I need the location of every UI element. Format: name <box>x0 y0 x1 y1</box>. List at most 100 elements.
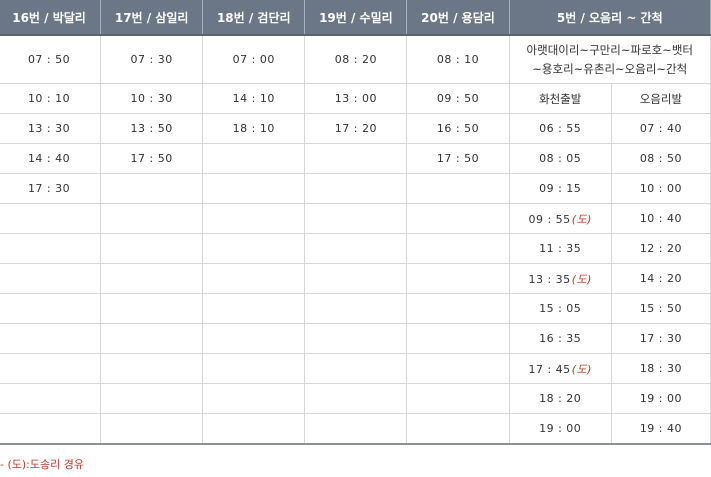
timetable-row: 09 : 55(도) 10 : 40 <box>0 203 711 234</box>
time-cell: 13 : 50 <box>100 113 204 144</box>
timetable-row: 10 : 10 10 : 30 14 : 10 13 : 00 09 : 50 화천출발 오… <box>0 83 711 114</box>
time-cell <box>202 233 306 264</box>
time-cell <box>0 323 102 354</box>
hwacheon-departure-time: 15 : 05 <box>508 293 612 324</box>
legend-note: - (도):도송리 경유 <box>0 458 84 471</box>
time-cell <box>304 293 408 324</box>
subheader-hwacheon-departure: 화천출발 <box>508 83 612 114</box>
hwacheon-departure-time: 11 : 35 <box>508 233 612 264</box>
time-cell <box>100 233 204 264</box>
first-departure-row: 07 : 50 07 : 30 07 : 00 08 : 20 08 : 10 … <box>0 34 711 84</box>
time-cell <box>202 323 306 354</box>
time-cell: 10 : 30 <box>100 83 204 114</box>
time-cell <box>0 293 102 324</box>
subheader-oeum-departure: 오음리발 <box>610 83 711 114</box>
time-cell: 17 : 20 <box>304 113 408 144</box>
header-route-19: 19번 / 수밀리 <box>304 0 408 36</box>
dosong-via-note: (도) <box>571 212 592 226</box>
time-cell: 17 : 50 <box>100 143 204 174</box>
time-cell: 14 : 10 <box>202 83 306 114</box>
time-cell <box>406 353 510 384</box>
timetable-row: 14 : 40 17 : 50 17 : 50 08 : 05 08 : 50 <box>0 143 711 174</box>
time-cell <box>202 293 306 324</box>
time-cell <box>100 173 204 204</box>
time-cell <box>304 173 408 204</box>
time-cell <box>100 293 204 324</box>
time-cell: 18 : 10 <box>202 113 306 144</box>
time-cell <box>304 263 408 294</box>
timetable-row: 15 : 05 15 : 50 <box>0 293 711 324</box>
header-route-5: 5번 / 오음리 ~ 간척 <box>508 0 711 36</box>
time-cell <box>406 413 510 445</box>
oeum-departure-time: 18 : 30 <box>610 353 711 384</box>
route-description-line-1: 아랫대이리~구만리~파로호~뱃터 <box>526 42 693 57</box>
time-cell: 07 : 30 <box>100 34 204 84</box>
time-text: 18 : 20 <box>539 392 582 405</box>
time-cell <box>0 233 102 264</box>
oeum-departure-time: 14 : 20 <box>610 263 711 294</box>
time-cell <box>304 143 408 174</box>
oeum-departure-time: 19 : 00 <box>610 383 711 414</box>
time-cell <box>100 263 204 294</box>
time-cell <box>0 413 102 445</box>
time-text: 16 : 35 <box>539 332 582 345</box>
time-cell: 07 : 50 <box>0 34 102 84</box>
hwacheon-departure-time: 08 : 05 <box>508 143 612 174</box>
time-cell <box>406 323 510 354</box>
time-cell: 07 : 00 <box>202 34 306 84</box>
time-cell: 09 : 50 <box>406 83 510 114</box>
time-cell: 08 : 20 <box>304 34 408 84</box>
time-text: 15 : 05 <box>539 302 582 315</box>
time-cell <box>202 203 306 234</box>
time-cell <box>406 263 510 294</box>
time-cell <box>100 413 204 445</box>
hwacheon-departure-time: 18 : 20 <box>508 383 612 414</box>
timetable-row: 19 : 00 19 : 40 <box>0 413 711 445</box>
time-text: 09 : 55 <box>528 212 571 226</box>
timetable-row: 13 : 30 13 : 50 18 : 10 17 : 20 16 : 50 06 : … <box>0 113 711 144</box>
time-cell <box>202 353 306 384</box>
time-cell <box>202 263 306 294</box>
time-cell <box>100 353 204 384</box>
oeum-departure-time: 17 : 30 <box>610 323 711 354</box>
oeum-departure-time: 10 : 00 <box>610 173 711 204</box>
hwacheon-departure-time: 17 : 45(도) <box>508 353 612 384</box>
time-text: 08 : 05 <box>539 152 582 165</box>
time-cell <box>0 263 102 294</box>
oeum-departure-time: 08 : 50 <box>610 143 711 174</box>
time-cell <box>304 203 408 234</box>
time-cell <box>202 173 306 204</box>
time-cell <box>406 203 510 234</box>
hwacheon-departure-time: 06 : 55 <box>508 113 612 144</box>
oeum-departure-time: 19 : 40 <box>610 413 711 445</box>
timetable-row: 17 : 30 09 : 15 10 : 00 <box>0 173 711 204</box>
time-text: 19 : 00 <box>539 422 582 435</box>
time-cell <box>406 293 510 324</box>
hwacheon-departure-time: 09 : 55(도) <box>508 203 612 234</box>
bus-timetable: 16번 / 박달리 17번 / 삼일리 18번 / 검단리 19번 / 수밀리 … <box>0 0 711 445</box>
time-cell <box>202 143 306 174</box>
route-description-line-2: ~용호리~유촌리~오음리~간척 <box>532 61 688 76</box>
time-text: 13 : 35 <box>528 272 571 286</box>
time-cell <box>100 203 204 234</box>
time-cell <box>100 323 204 354</box>
header-route-20: 20번 / 용담리 <box>406 0 510 36</box>
time-cell <box>304 383 408 414</box>
timetable-row: 16 : 35 17 : 30 <box>0 323 711 354</box>
time-cell: 14 : 40 <box>0 143 102 174</box>
dosong-via-note: (도) <box>571 362 592 376</box>
timetable-row: 11 : 35 12 : 20 <box>0 233 711 264</box>
time-cell <box>0 383 102 414</box>
hwacheon-departure-time: 16 : 35 <box>508 323 612 354</box>
time-text: 11 : 35 <box>539 242 582 255</box>
time-cell <box>202 383 306 414</box>
timetable-row: 17 : 45(도) 18 : 30 <box>0 353 711 384</box>
time-cell <box>304 323 408 354</box>
timetable-row: 13 : 35(도) 14 : 20 <box>0 263 711 294</box>
time-cell <box>0 353 102 384</box>
time-cell <box>0 203 102 234</box>
oeum-departure-time: 10 : 40 <box>610 203 711 234</box>
route-description: 아랫대이리~구만리~파로호~뱃터 ~용호리~유촌리~오음리~간척 <box>508 34 711 84</box>
time-cell: 10 : 10 <box>0 83 102 114</box>
time-cell: 16 : 50 <box>406 113 510 144</box>
